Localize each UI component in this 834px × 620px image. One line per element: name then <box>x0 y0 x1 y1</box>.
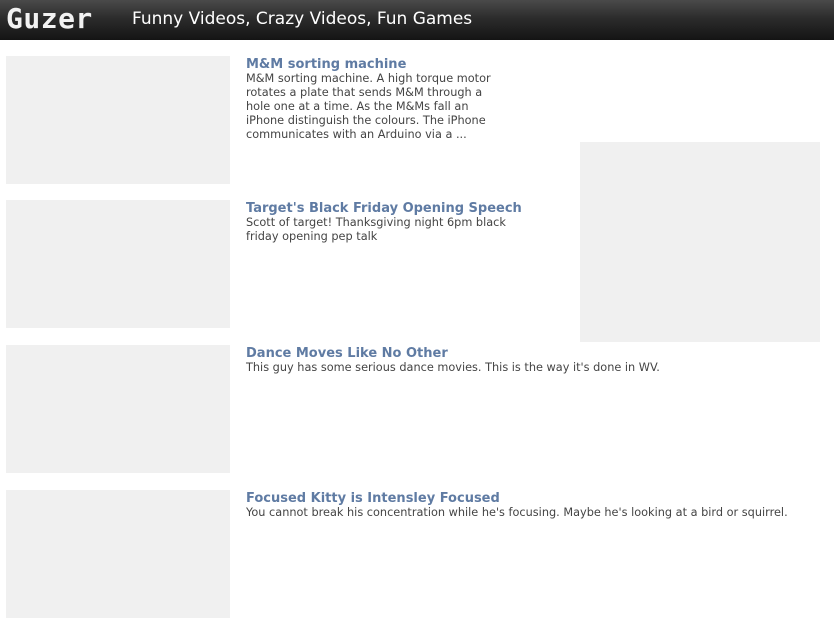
video-description: M&M sorting machine. A high torque motor… <box>246 72 491 141</box>
video-title-link[interactable]: Dance Moves Like No Other <box>246 346 448 362</box>
ad-placeholder <box>580 142 820 342</box>
video-title-link[interactable]: Target's Black Friday Opening Speech <box>246 201 522 217</box>
video-description: Scott of target! Thanksgiving night 6pm … <box>246 216 506 243</box>
site-tagline: Funny Videos, Crazy Videos, Fun Games <box>132 9 473 29</box>
video-title-link[interactable]: M&M sorting machine <box>246 57 406 73</box>
video-thumbnail[interactable] <box>6 490 230 618</box>
site-header: Guzer Funny Videos, Crazy Videos, Fun Ga… <box>0 0 834 40</box>
video-description: This guy has some serious dance movies. … <box>246 361 660 374</box>
site-logo[interactable]: Guzer <box>6 2 93 36</box>
video-thumbnail[interactable] <box>6 200 230 328</box>
video-thumbnail[interactable] <box>6 345 230 473</box>
video-title-link[interactable]: Focused Kitty is Intensley Focused <box>246 491 500 507</box>
video-thumbnail[interactable] <box>6 56 230 184</box>
video-description: You cannot break his concentration while… <box>246 506 788 519</box>
